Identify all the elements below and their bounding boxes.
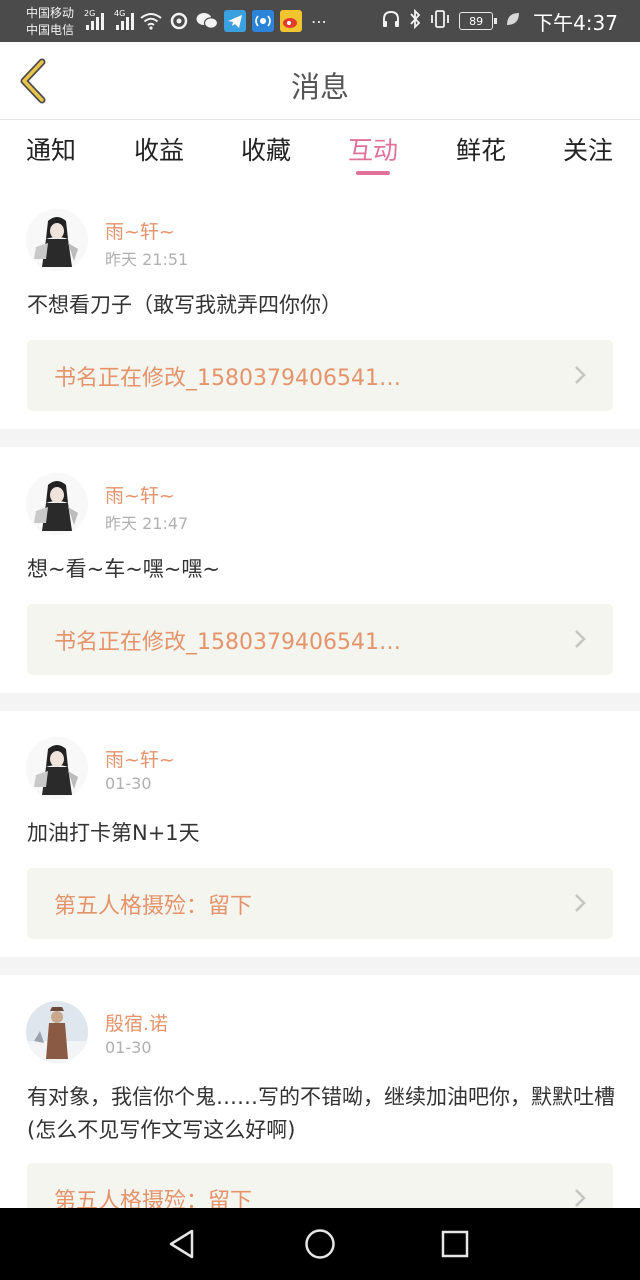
tab-bar: 通知 收益 收藏 互动 鲜花 关注 [0, 121, 640, 183]
radio-app-icon [252, 10, 274, 32]
book-link[interactable]: 书名正在修改_1580379406541… [27, 340, 613, 411]
nav-recents-button[interactable] [433, 1222, 477, 1266]
timestamp: 01-30 [105, 774, 152, 793]
notification-icons: 2G 4G ⋯ [84, 9, 330, 32]
message-feed[interactable]: 雨~轩~ 昨天 21:51 不想看刀子（敢写我就弄四你你） 书名正在修改_158… [0, 183, 640, 1208]
username[interactable]: 雨~轩~ [105, 745, 175, 772]
chevron-right-icon [575, 630, 586, 648]
page-title: 消息 [290, 70, 349, 104]
chevron-right-icon [575, 366, 586, 384]
timestamp: 昨天 21:47 [105, 514, 189, 533]
system-nav-bar [0, 1208, 640, 1280]
leaf-icon [505, 11, 521, 31]
tab-earnings[interactable]: 收益 [114, 131, 204, 167]
carrier-1: 中国移动 [26, 6, 75, 20]
sync-icon [168, 10, 190, 32]
weibo-icon [280, 10, 302, 32]
home-circle-icon [305, 1229, 335, 1259]
app-header: 消息 [0, 42, 640, 120]
signal-4g-icon: 4G [114, 9, 134, 30]
active-tab-indicator [356, 171, 390, 175]
comment-text: 不想看刀子（敢写我就弄四你你） [27, 293, 342, 317]
tab-flowers[interactable]: 鲜花 [436, 131, 526, 167]
vibrate-icon [429, 9, 451, 33]
telegram-icon [224, 10, 246, 32]
wifi-icon [140, 10, 162, 32]
nav-home-button[interactable] [298, 1222, 342, 1266]
tab-notifications[interactable]: 通知 [6, 131, 96, 167]
book-title: 书名正在修改_1580379406541… [54, 366, 401, 391]
comment-text: 想~看~车~嘿~嘿~ [27, 557, 220, 581]
book-link[interactable]: 书名正在修改_1580379406541… [27, 604, 613, 675]
system-icons: 89 下午4:37 [381, 0, 618, 42]
username[interactable]: 雨~轩~ [105, 481, 175, 508]
book-title: 书名正在修改_1580379406541… [54, 630, 401, 655]
message-card: 雨~轩~ 01-30 加油打卡第N+1天 第五人格摄殓：留下 [0, 711, 640, 957]
book-title: 第五人格摄殓：留下 [54, 1189, 253, 1208]
avatar[interactable] [26, 209, 88, 271]
carrier-2: 中国电信 [26, 23, 75, 37]
avatar[interactable] [26, 473, 88, 535]
timestamp: 01-30 [105, 1038, 152, 1057]
chevron-right-icon [575, 1189, 586, 1207]
comment-text: 有对象，我信你个鬼……写的不错呦，继续加油吧你，默默吐槽(怎么不见写作文写这么好… [27, 1085, 615, 1142]
tab-favorites[interactable]: 收藏 [221, 131, 311, 167]
tab-interactions[interactable]: 互动 [328, 131, 418, 167]
wechat-icon [196, 10, 218, 32]
recents-square-icon [441, 1230, 469, 1258]
message-card: 殷宿.诺 01-30 有对象，我信你个鬼……写的不错呦，继续加油吧你，默默吐槽(… [0, 975, 640, 1208]
tab-following[interactable]: 关注 [543, 131, 633, 167]
signal-2g-icon: 2G [84, 9, 104, 30]
username[interactable]: 雨~轩~ [105, 217, 175, 244]
carrier-info: 中国移动 中国电信 [26, 5, 74, 39]
message-card: 雨~轩~ 昨天 21:51 不想看刀子（敢写我就弄四你你） 书名正在修改_158… [0, 183, 640, 429]
comment-text: 加油打卡第N+1天 [27, 821, 200, 845]
clock: 下午4:37 [533, 10, 618, 35]
chevron-right-icon [575, 894, 586, 912]
timestamp: 昨天 21:51 [105, 250, 189, 269]
book-title: 第五人格摄殓：留下 [54, 894, 253, 919]
net-type-2: 4G [114, 9, 126, 18]
book-link[interactable]: 第五人格摄殓：留下 [27, 1163, 613, 1208]
headphone-icon [381, 10, 401, 32]
avatar[interactable] [26, 737, 88, 799]
bluetooth-icon [409, 8, 421, 33]
status-bar: 中国移动 中国电信 2G 4G ⋯ 89 下午4:37 [0, 0, 640, 42]
avatar[interactable] [26, 1001, 88, 1063]
book-link[interactable]: 第五人格摄殓：留下 [27, 868, 613, 939]
message-card: 雨~轩~ 昨天 21:47 想~看~车~嘿~嘿~ 书名正在修改_15803794… [0, 447, 640, 693]
net-type-1: 2G [84, 9, 96, 18]
battery-icon: 89 [459, 12, 498, 30]
back-triangle-icon [169, 1229, 194, 1259]
username[interactable]: 殷宿.诺 [105, 1009, 168, 1036]
nav-back-button[interactable] [160, 1222, 204, 1266]
more-icon: ⋯ [311, 11, 327, 31]
